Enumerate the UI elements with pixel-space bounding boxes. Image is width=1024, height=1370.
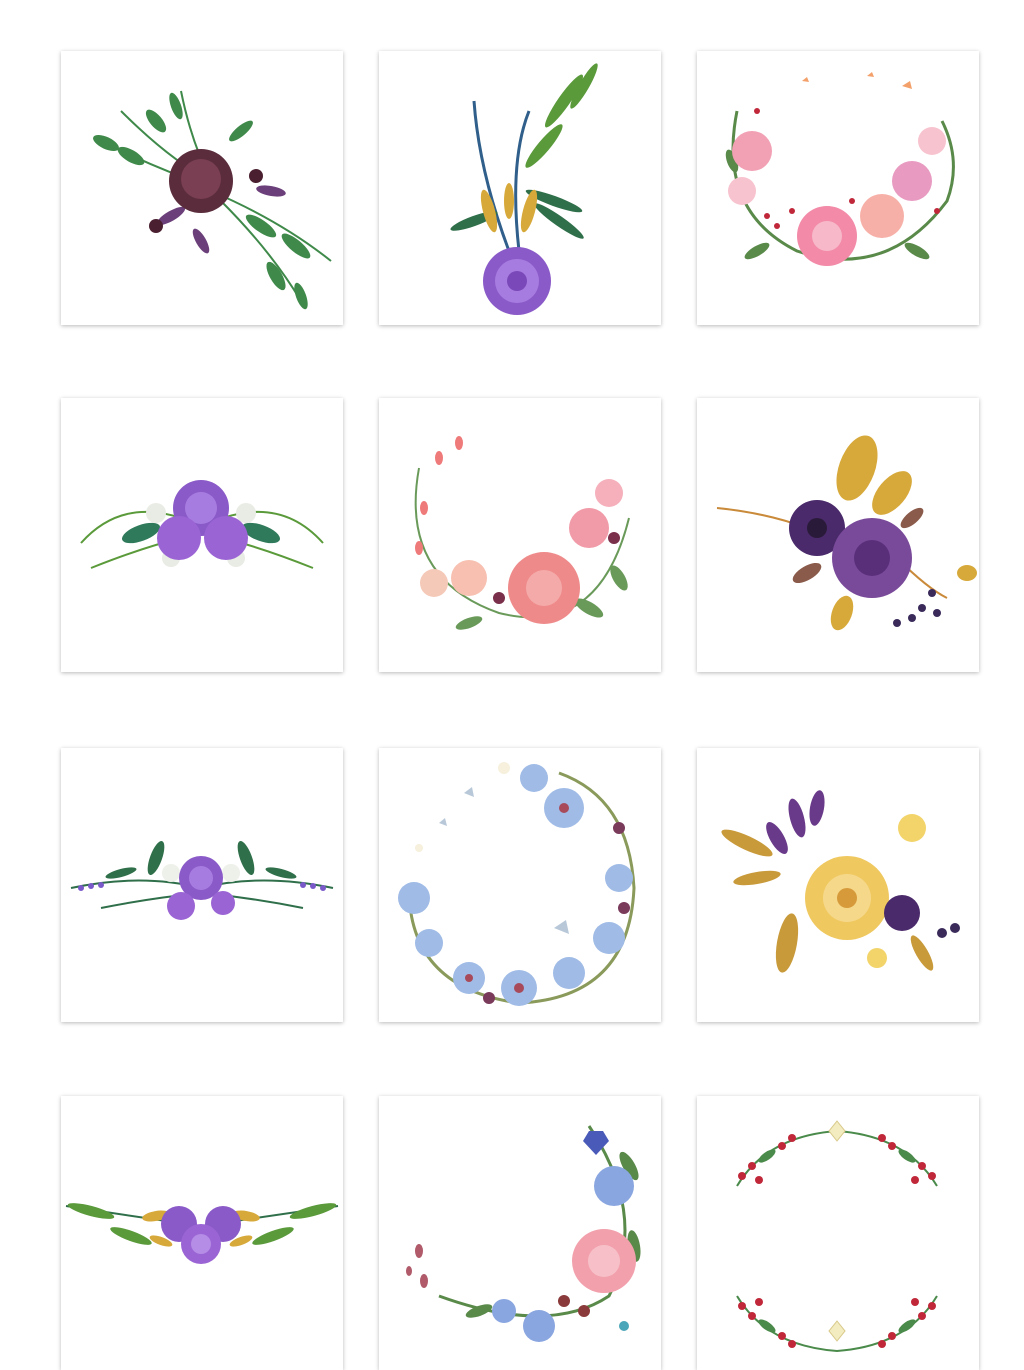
blue-iris-peony-crescent-illustration	[406, 1125, 641, 1342]
golden-peony-bouquet-illustration	[721, 790, 960, 973]
violet-rose-swag-illustration	[70, 840, 334, 920]
floral-tile-7[interactable]	[61, 748, 343, 1022]
blue-orchid-wreath-illustration	[398, 762, 636, 1006]
red-berry-wreath-illustration	[736, 1120, 938, 1353]
violet-rose-trio-illustration	[80, 480, 324, 569]
floral-tile-1[interactable]	[61, 51, 343, 325]
floral-tile-5[interactable]	[379, 398, 661, 672]
violet-ranunculus-illustration	[450, 63, 598, 315]
violet-rose-garland-illustration	[65, 1203, 339, 1264]
purple-anemone-bouquet-illustration	[716, 435, 977, 631]
floral-tile-4[interactable]	[61, 398, 343, 672]
floral-tile-3[interactable]	[697, 51, 979, 325]
plum-peony-bouquet-illustration	[93, 90, 332, 310]
floral-tile-12[interactable]	[697, 1096, 979, 1370]
pink-peony-wreath-illustration	[725, 72, 955, 266]
floral-tile-2[interactable]	[379, 51, 661, 325]
floral-tile-9[interactable]	[697, 748, 979, 1022]
floral-tile-10[interactable]	[61, 1096, 343, 1370]
coral-peony-wreath-illustration	[414, 436, 630, 630]
floral-tile-11[interactable]	[379, 1096, 661, 1370]
floral-tile-8[interactable]	[379, 748, 661, 1022]
floral-tile-6[interactable]	[697, 398, 979, 672]
